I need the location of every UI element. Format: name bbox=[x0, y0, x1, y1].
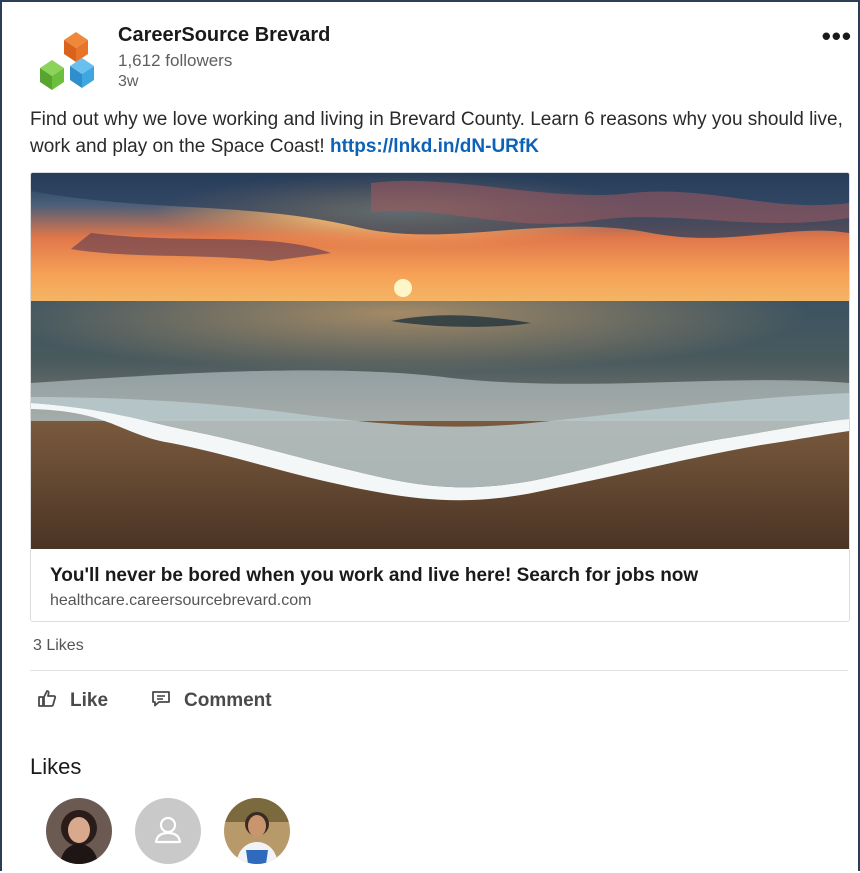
card-domain: healthcare.careersourcebrevard.com bbox=[50, 592, 312, 609]
post-frame: CareerSource Brevard 1,612 followers 3w … bbox=[0, 0, 860, 871]
card-title[interactable]: You'll never be bored when you work and … bbox=[50, 565, 698, 587]
liker-avatar-placeholder[interactable] bbox=[135, 798, 201, 864]
link-preview-card[interactable]: You'll never be bored when you work and … bbox=[30, 172, 850, 622]
liker-avatar[interactable] bbox=[46, 798, 112, 864]
company-logo[interactable] bbox=[32, 28, 104, 94]
post-age: 3w bbox=[118, 73, 139, 90]
divider bbox=[30, 670, 848, 671]
liker-avatar[interactable] bbox=[224, 798, 290, 864]
like-label: Like bbox=[70, 690, 109, 711]
card-info[interactable]: You'll never be bored when you work and … bbox=[31, 549, 849, 621]
comment-button[interactable]: Comment bbox=[150, 688, 272, 714]
more-options-button[interactable]: ••• bbox=[822, 23, 852, 49]
likes-count[interactable]: 3 Likes bbox=[33, 637, 84, 655]
thumbs-up-icon bbox=[36, 687, 70, 715]
follower-count: 1,612 followers bbox=[118, 51, 233, 70]
comment-icon bbox=[150, 687, 184, 715]
post-text: Find out why we love working and living … bbox=[30, 106, 850, 160]
company-name[interactable]: CareerSource Brevard bbox=[118, 24, 330, 47]
likes-heading: Likes bbox=[30, 754, 82, 779]
post-link[interactable]: https://lnkd.in/dN-URfK bbox=[330, 136, 539, 157]
like-button[interactable]: Like bbox=[36, 688, 108, 714]
beach-sunset-image[interactable] bbox=[31, 173, 849, 549]
comment-label: Comment bbox=[184, 690, 272, 711]
post-header: CareerSource Brevard 1,612 followers 3w … bbox=[32, 22, 852, 92]
